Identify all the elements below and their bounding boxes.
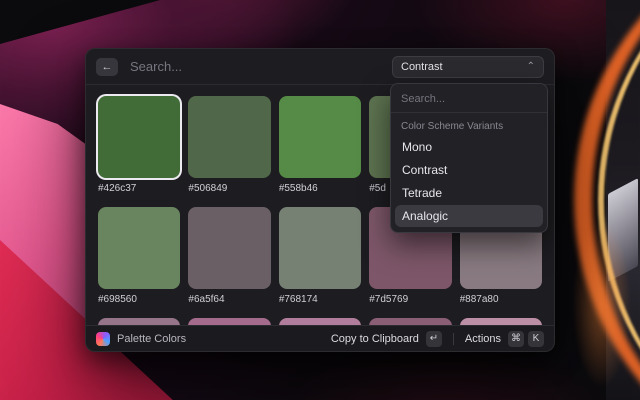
color-swatch[interactable] <box>460 318 542 325</box>
palette-app-icon <box>96 332 110 346</box>
color-swatch[interactable] <box>369 318 451 325</box>
swatch-cell: #768174 <box>279 207 361 305</box>
swatch-hex-label: #6a5f64 <box>188 294 270 305</box>
enter-key-icon: ↵ <box>426 331 442 347</box>
color-swatch[interactable] <box>98 96 180 178</box>
color-swatch[interactable] <box>188 96 270 178</box>
color-swatch[interactable] <box>188 207 270 289</box>
color-swatch[interactable] <box>279 318 361 325</box>
menu-item-mono[interactable]: Mono <box>395 136 543 158</box>
chevron-up-icon: ⌃ <box>527 62 535 72</box>
swatch-cell <box>188 318 270 325</box>
color-swatch[interactable] <box>98 207 180 289</box>
palette-row <box>98 318 542 325</box>
scheme-dropdown-button[interactable]: Contrast ⌃ <box>392 56 544 78</box>
app-name: Palette Colors <box>117 333 186 345</box>
swatch-cell <box>369 318 451 325</box>
swatch-cell <box>98 318 180 325</box>
key-badge: K <box>528 331 544 347</box>
swatch-cell: #698560 <box>98 207 180 305</box>
search-input[interactable] <box>128 58 382 75</box>
swatch-cell <box>279 318 361 325</box>
color-swatch[interactable] <box>279 207 361 289</box>
key-badge: ⌘ <box>508 331 524 347</box>
wallpaper-layer <box>570 160 640 400</box>
swatch-hex-label: #887a80 <box>460 294 542 305</box>
swatch-cell <box>460 318 542 325</box>
actions-button[interactable]: Actions <box>465 333 501 345</box>
swatch-cell: #6a5f64 <box>188 207 270 305</box>
swatch-cell: #426c37 <box>98 96 180 194</box>
scheme-menu-search-input[interactable] <box>395 88 543 110</box>
color-swatch[interactable] <box>188 318 270 325</box>
menu-item-analogic[interactable]: Analogic <box>395 205 543 227</box>
copy-to-clipboard-action[interactable]: Copy to Clipboard <box>331 333 419 345</box>
swatch-hex-label: #7d5769 <box>369 294 451 305</box>
swatch-cell: #558b46 <box>279 96 361 194</box>
extension-window: ← Contrast ⌃ #426c37#506849#558b46#5d#69… <box>85 48 555 352</box>
scheme-menu: Color Scheme Variants MonoContrastTetrad… <box>390 83 548 233</box>
scheme-dropdown-value: Contrast <box>401 61 443 73</box>
scheme-menu-list: MonoContrastTetradeAnalogic <box>395 136 543 227</box>
swatch-cell: #506849 <box>188 96 270 194</box>
swatch-hex-label: #426c37 <box>98 183 180 194</box>
footer-divider <box>453 333 454 345</box>
menu-section-label: Color Scheme Variants <box>395 115 543 135</box>
color-swatch[interactable] <box>279 96 361 178</box>
menu-divider <box>391 112 547 113</box>
footer: Palette Colors Copy to Clipboard ↵ Actio… <box>86 325 554 351</box>
menu-item-tetrade[interactable]: Tetrade <box>395 182 543 204</box>
back-arrow-icon: ← <box>102 61 113 73</box>
back-button[interactable]: ← <box>96 58 118 76</box>
swatch-hex-label: #768174 <box>279 294 361 305</box>
swatch-hex-label: #698560 <box>98 294 180 305</box>
color-swatch[interactable] <box>98 318 180 325</box>
actions-shortcut-keys: ⌘K <box>508 331 544 347</box>
swatch-hex-label: #506849 <box>188 183 270 194</box>
swatch-hex-label: #558b46 <box>279 183 361 194</box>
menu-item-contrast[interactable]: Contrast <box>395 159 543 181</box>
header: ← Contrast ⌃ <box>86 49 554 85</box>
